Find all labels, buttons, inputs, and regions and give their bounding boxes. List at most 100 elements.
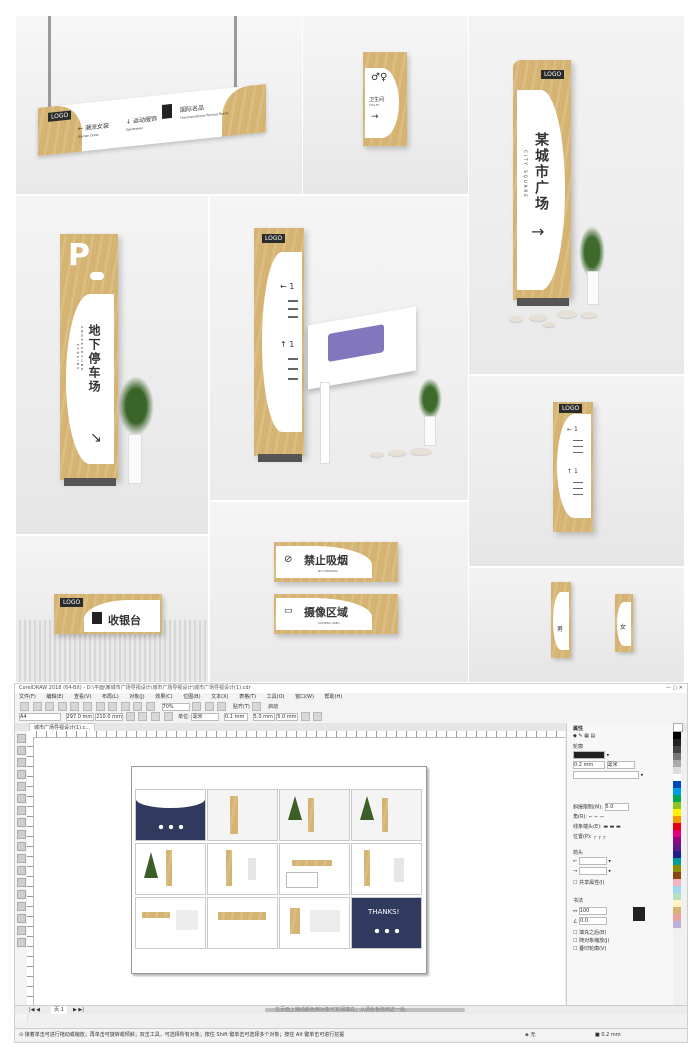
polygon-tool-icon[interactable] <box>16 830 26 839</box>
page-width-field[interactable]: 297.0 mm <box>65 712 94 721</box>
outline-width-row[interactable]: 0.2 mm 毫米 <box>573 761 635 769</box>
arrow-end-select[interactable]: → ▾ <box>573 867 611 875</box>
menu-view[interactable]: 查看(V) <box>74 694 91 700</box>
parallel-dimension-icon[interactable] <box>16 854 26 863</box>
swatch-cream[interactable] <box>673 900 681 907</box>
redo-icon[interactable] <box>120 702 130 711</box>
swatch-red[interactable] <box>673 823 681 830</box>
swatch-violet[interactable] <box>673 844 681 851</box>
cut-icon[interactable] <box>70 702 80 711</box>
crop-tool-icon[interactable] <box>16 758 26 767</box>
outline-color-select[interactable]: ▾ <box>573 751 609 759</box>
swatch-gray-10[interactable] <box>673 767 681 774</box>
all-pages-icon[interactable] <box>150 712 160 721</box>
swatch-sky[interactable] <box>673 886 681 893</box>
menu-layout[interactable]: 布局(L) <box>102 694 119 700</box>
swatch-black[interactable] <box>673 732 681 739</box>
page-tab[interactable]: 页 1 <box>51 1006 67 1014</box>
thumb-11[interactable] <box>279 897 350 949</box>
ellipse-tool-icon[interactable] <box>16 818 26 827</box>
print-icon[interactable] <box>57 702 67 711</box>
menu-text[interactable]: 文本(X) <box>211 694 228 700</box>
stretch-row[interactable]: ↔ 100 <box>573 907 607 915</box>
swatch-blue[interactable] <box>673 781 681 788</box>
interactive-fill-icon[interactable] <box>16 914 26 923</box>
thumb-8[interactable] <box>351 843 422 895</box>
new-icon[interactable] <box>20 702 29 711</box>
zoom-tool-icon[interactable] <box>16 770 26 779</box>
menu-window[interactable]: 窗口(W) <box>295 694 314 700</box>
swatch-gray-70[interactable] <box>673 746 681 753</box>
swatch-navy[interactable] <box>673 851 681 858</box>
swatch-cyan[interactable] <box>673 788 681 795</box>
thumb-cover[interactable] <box>135 789 206 841</box>
drawing-canvas[interactable]: THANKS! <box>34 738 565 1005</box>
menu-bitmap[interactable]: 位图(B) <box>183 694 200 700</box>
export-icon[interactable] <box>145 702 155 711</box>
swatch-yellow[interactable] <box>673 809 681 816</box>
swatch-gray-30[interactable] <box>673 760 681 767</box>
snap-button[interactable]: 贴齐(T) <box>233 704 250 710</box>
eyedropper-icon[interactable] <box>16 902 26 911</box>
menu-tools[interactable]: 工具(O) <box>267 694 285 700</box>
share-attributes-check[interactable]: ☐ 共享属性(I) <box>573 879 604 886</box>
landscape-icon[interactable] <box>138 712 148 721</box>
thumb-9[interactable] <box>135 897 206 949</box>
options-icon[interactable] <box>252 702 262 711</box>
portrait-icon[interactable] <box>125 712 135 721</box>
swatch-purple[interactable] <box>673 837 681 844</box>
first-page-icon[interactable]: |◀ ◀ <box>29 1006 40 1014</box>
shape-tool-icon[interactable] <box>16 746 26 755</box>
transparency-tool-icon[interactable] <box>16 890 26 899</box>
swatch-green[interactable] <box>673 795 681 802</box>
nudge-field[interactable]: 0.1 mm <box>224 712 249 721</box>
overprint-outline-check[interactable]: ☐ 叠印轮廓(V) <box>573 945 606 952</box>
menu-help[interactable]: 帮助(H) <box>325 694 343 700</box>
scale-with-image-check[interactable]: ☐ 随对象缩放(J) <box>573 937 609 944</box>
outline-unit-select[interactable]: 毫米 <box>606 761 635 769</box>
zoom-select[interactable]: 70% <box>161 702 190 711</box>
stretch-field[interactable]: 100 <box>578 907 607 915</box>
page-height-field[interactable]: 210.0 mm <box>95 712 124 721</box>
menu-object[interactable]: 对象(J) <box>129 694 144 700</box>
rectangle-tool-icon[interactable] <box>16 806 26 815</box>
import-icon[interactable] <box>133 702 143 711</box>
swatch-none[interactable] <box>673 723 683 732</box>
menu-effects[interactable]: 效果(C) <box>155 694 172 700</box>
swatch-gray-light[interactable] <box>673 928 681 935</box>
paste-icon[interactable] <box>95 702 105 711</box>
swatch-rose[interactable] <box>673 914 681 921</box>
thumb-10[interactable] <box>207 897 278 949</box>
swatch-pink[interactable] <box>673 879 681 886</box>
arrow-start-select[interactable]: ← ▾ <box>573 857 611 865</box>
outline-style-select[interactable]: ▾ <box>573 771 643 779</box>
duplicate-x-field[interactable]: 5.0 mm <box>252 712 275 721</box>
current-page-icon[interactable] <box>163 712 173 721</box>
swatch-olive[interactable] <box>673 865 681 872</box>
page-settings-icon[interactable] <box>300 712 310 721</box>
save-icon[interactable] <box>45 702 55 711</box>
swatch-orange[interactable] <box>673 816 681 823</box>
freehand-tool-icon[interactable] <box>16 782 26 791</box>
open-icon[interactable] <box>32 702 42 711</box>
next-page-icon[interactable]: ▶ ▶| <box>73 1006 84 1014</box>
fullscreen-icon[interactable] <box>192 702 202 711</box>
thumb-6[interactable] <box>207 843 278 895</box>
swatch-lime[interactable] <box>673 802 681 809</box>
angle-row[interactable]: ∠ 0.0 <box>573 917 608 925</box>
outline-width-field[interactable]: 0.2 mm <box>573 761 605 769</box>
thumb-7[interactable] <box>279 843 350 895</box>
duplicate-y-field[interactable]: 5.0 mm <box>276 712 299 721</box>
page-size-select[interactable]: A4 <box>19 712 61 721</box>
thumb-3[interactable] <box>279 789 350 841</box>
menu-table[interactable]: 表格(T) <box>239 694 256 700</box>
window-controls[interactable]: — ▢ ✕ <box>666 684 683 693</box>
grid-icon[interactable] <box>217 702 227 711</box>
swatch-tan[interactable] <box>673 907 681 914</box>
swatch-gray-50[interactable] <box>673 753 681 760</box>
swatch-white[interactable] <box>673 774 681 781</box>
copy-icon[interactable] <box>82 702 92 711</box>
docker-tab-icons[interactable]: ◆ ✎ ▦ ▤ <box>573 733 595 739</box>
corner-icons[interactable]: ⌐ ⌐ ⌐ <box>589 814 605 820</box>
swatch-brown[interactable] <box>673 872 681 879</box>
